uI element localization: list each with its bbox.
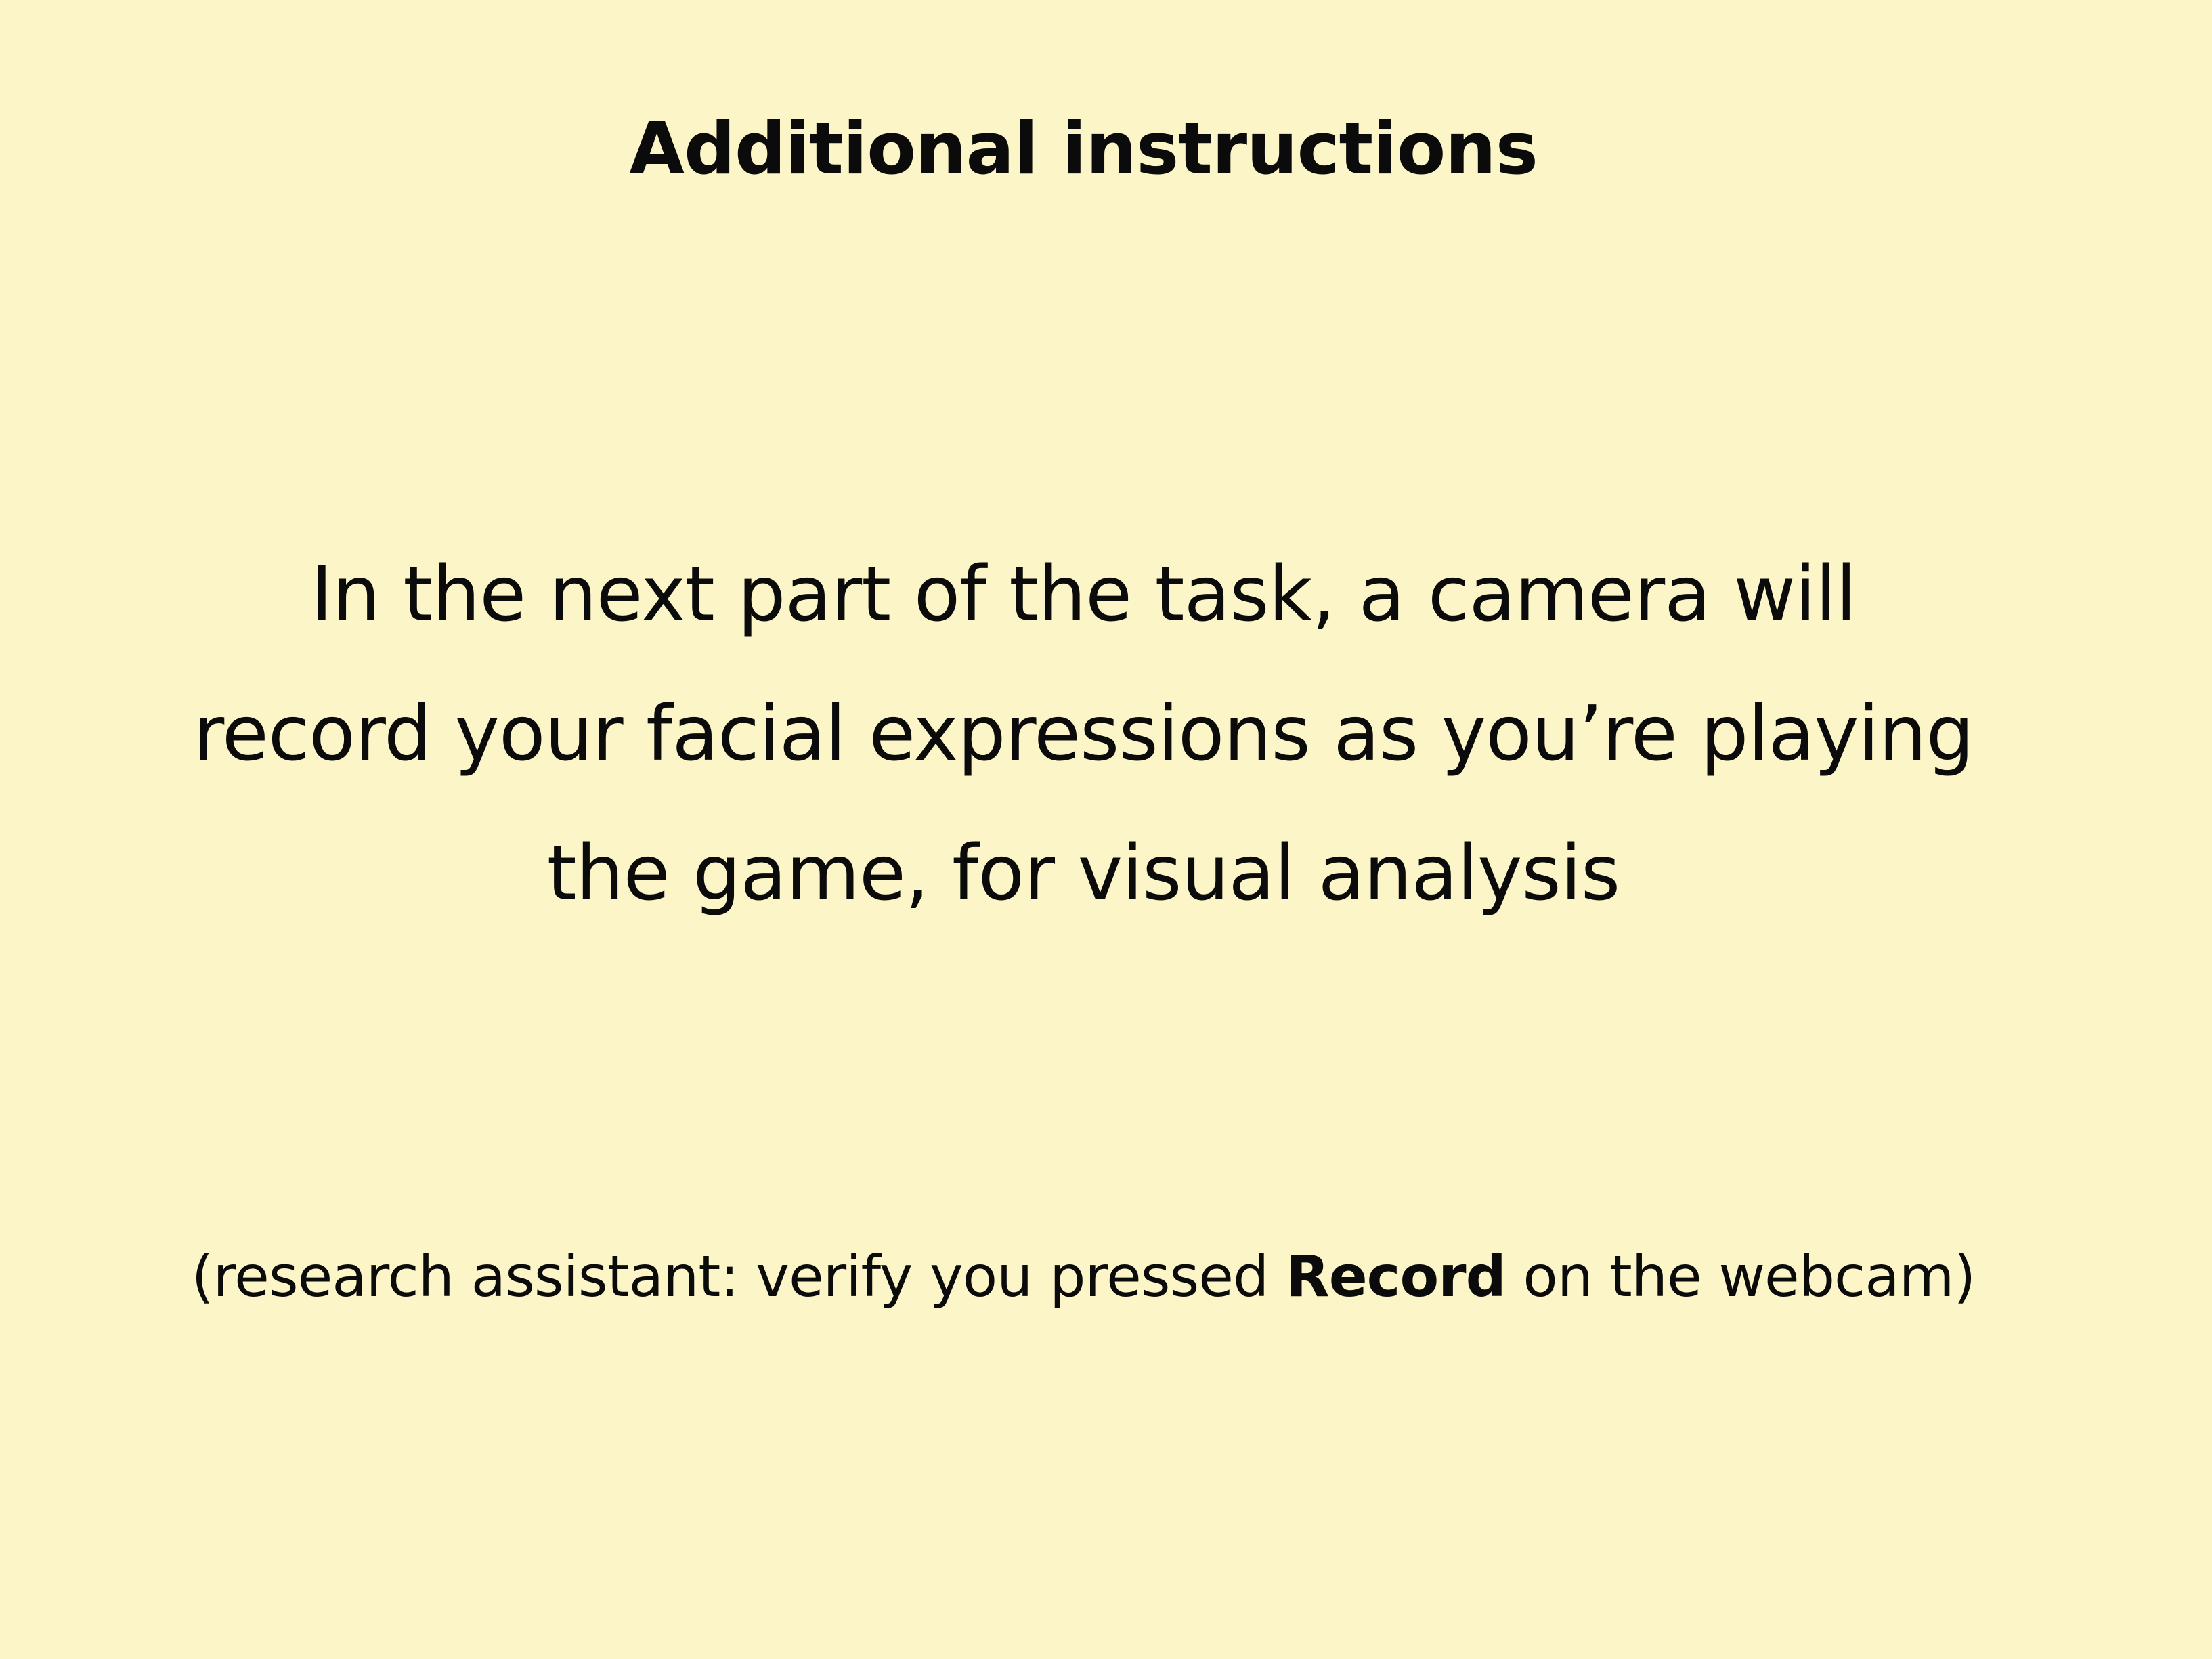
slide-title: Additional instructions xyxy=(629,107,1538,190)
instruction-line: In the next part of the task, a camera w… xyxy=(310,551,1857,639)
instruction-slide: Additional instructions In the next part… xyxy=(0,0,2212,1659)
note-record-emphasis: Record xyxy=(1286,1243,1506,1310)
instruction-line: record your facial expressions as you’re… xyxy=(193,690,1974,778)
research-assistant-note: (research assistant: verify you pressed … xyxy=(135,1236,2031,1317)
instruction-text: In the next part of the task, a camera w… xyxy=(135,525,2031,943)
instruction-line: the game, for visual analysis xyxy=(546,830,1621,918)
note-text-after: on the webcam) xyxy=(1505,1243,1976,1310)
note-text-before: (research assistant: verify you pressed xyxy=(191,1243,1286,1310)
